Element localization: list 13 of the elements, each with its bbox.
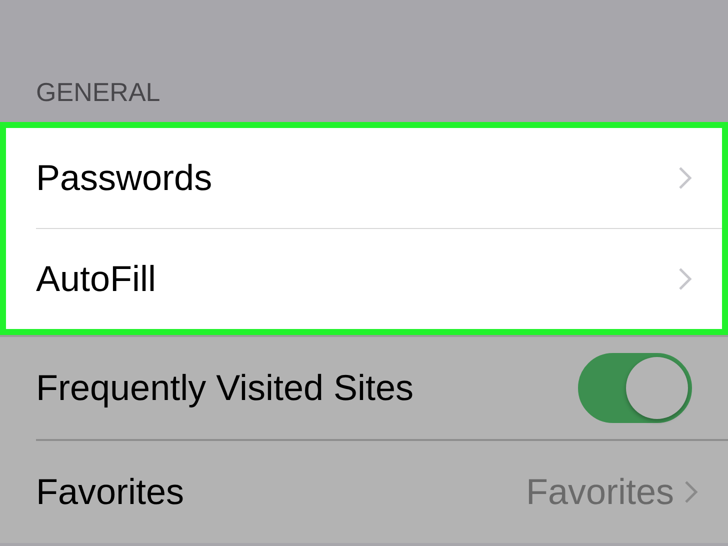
row-label: Frequently Visited Sites xyxy=(36,367,414,409)
settings-row[interactable]: Passwords xyxy=(6,128,722,228)
row-value: Favorites xyxy=(526,471,674,513)
row-label: Passwords xyxy=(36,157,212,199)
settings-row[interactable]: Favorites Favorites xyxy=(0,441,728,543)
row-label: AutoFill xyxy=(36,258,156,300)
chevron-icon xyxy=(678,267,692,291)
row-label: Favorites xyxy=(36,471,184,513)
settings-row[interactable]: Frequently Visited Sites xyxy=(0,337,728,439)
chevron-icon xyxy=(684,480,698,504)
settings-row[interactable]: AutoFill xyxy=(6,229,722,329)
chevron-icon xyxy=(678,166,692,190)
section-header: GENERAL xyxy=(35,76,162,109)
